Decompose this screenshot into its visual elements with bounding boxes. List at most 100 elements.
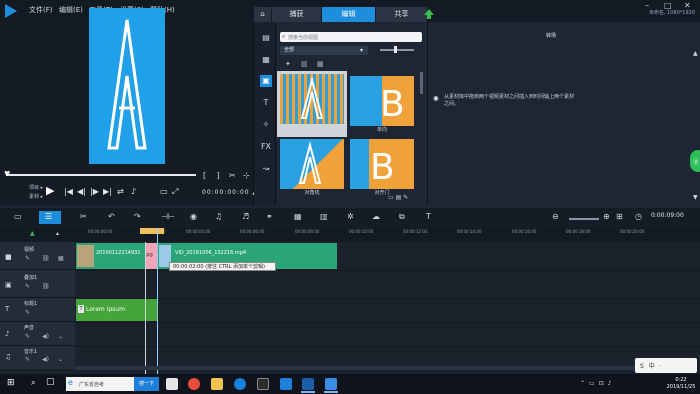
task-view-icon[interactable]: ▢: [46, 377, 55, 387]
library-scrollbar[interactable]: [420, 72, 423, 94]
taskbar-clock[interactable]: 0:22 2019/11/25: [664, 377, 698, 391]
upload-arrow-icon[interactable]: [424, 9, 434, 19]
mail-app-icon[interactable]: [280, 378, 292, 390]
graphics-icon[interactable]: ✧: [260, 119, 272, 131]
start-menu-icon[interactable]: ⊞: [7, 378, 15, 388]
tab-share[interactable]: 共享: [376, 7, 428, 22]
link-icon[interactable]: ⛓: [42, 255, 50, 262]
timeline-ruler[interactable]: ▲ ▴ 00:00:00:00 00:00:02:00 00:00:04:00 …: [0, 228, 700, 242]
link-icon[interactable]: ⛓: [42, 283, 50, 290]
instant-project-icon[interactable]: ▦: [260, 54, 272, 66]
menu-file[interactable]: 文件(F): [29, 5, 53, 15]
fullscreen-icon[interactable]: ⤢: [172, 187, 178, 197]
path-icon[interactable]: ↝: [260, 163, 272, 175]
close-icon[interactable]: ✕: [684, 1, 691, 10]
timeline-zoom-slider[interactable]: [569, 218, 599, 220]
split-clip-icon[interactable]: ✂: [229, 171, 236, 180]
taskbar-search-button[interactable]: 搜一下: [134, 377, 159, 391]
maximize-icon[interactable]: □: [664, 1, 672, 10]
project-duration[interactable]: 0:00:09:00: [651, 212, 684, 219]
text-icon[interactable]: T: [426, 212, 431, 221]
transition-thumb-oneway[interactable]: B: [350, 76, 414, 126]
edge-app-icon[interactable]: [234, 378, 246, 390]
apply-current-icon[interactable]: ▦: [317, 60, 324, 68]
ripple-icon[interactable]: ▦: [58, 255, 64, 262]
chrome-app-icon[interactable]: [188, 378, 200, 390]
transition-thumb-blinds[interactable]: [280, 74, 344, 124]
track-header-title[interactable]: [0, 298, 75, 322]
chevron-down-icon[interactable]: ⌄: [58, 333, 63, 340]
videostudio-app-icon[interactable]: [302, 378, 314, 390]
scroll-up-icon[interactable]: ▲: [693, 50, 698, 57]
transition-thumb-diagonal[interactable]: [280, 139, 344, 189]
other-app-icon[interactable]: [325, 378, 337, 390]
title-icon[interactable]: T: [260, 97, 272, 109]
filter-icon[interactable]: FX: [260, 141, 272, 153]
screen-size-icon[interactable]: ▭: [160, 187, 168, 196]
add-to-favorites-icon[interactable]: ✦: [285, 60, 291, 68]
record-icon[interactable]: ◉: [190, 212, 197, 221]
scroll-down-icon[interactable]: ▼: [693, 194, 698, 201]
chevron-down-icon[interactable]: ⌄: [58, 356, 63, 363]
next-frame-icon[interactable]: |▶: [90, 187, 99, 196]
search-icon[interactable]: ⌕: [31, 378, 35, 388]
preview-scrub-bar[interactable]: [6, 174, 196, 176]
motion-icon[interactable]: ⚭: [266, 212, 273, 221]
apply-random-icon[interactable]: ▥: [301, 60, 308, 68]
transition-icon[interactable]: ▣: [260, 75, 272, 87]
expand-icon[interactable]: ⊹: [243, 171, 250, 180]
playhead[interactable]: [157, 228, 158, 374]
system-tray-icons[interactable]: ⌃▭⊡♪: [580, 380, 616, 387]
edit-track-icon[interactable]: ✎: [25, 255, 30, 262]
repeat-icon[interactable]: ⇄: [117, 187, 124, 196]
tools-icon[interactable]: ✂: [80, 212, 87, 221]
media-icon[interactable]: ▤: [260, 32, 272, 44]
fit-project-icon[interactable]: ⊞: [616, 212, 623, 221]
zoom-in-icon[interactable]: ⊕: [603, 212, 610, 221]
tab-edit[interactable]: 编辑: [322, 7, 376, 22]
zoom-out-icon[interactable]: ⊖: [552, 212, 559, 221]
go-end-icon[interactable]: ▶|: [103, 187, 112, 196]
add-track-icon[interactable]: ▲: [30, 230, 35, 237]
overlay-icon[interactable]: ⧉: [399, 212, 405, 222]
chevron-down-icon[interactable]: ▾: [360, 47, 363, 54]
library-category-select[interactable]: 全部: [280, 46, 368, 55]
menu-edit[interactable]: 编辑(E): [59, 5, 83, 15]
timeline-horizontal-scrollbar[interactable]: [75, 366, 695, 370]
project-mode-label[interactable]: 项目 ▸: [29, 184, 43, 191]
chapter-icon[interactable]: ▦: [294, 212, 302, 221]
slider-handle[interactable]: [394, 46, 397, 53]
undo-icon[interactable]: ↶: [108, 212, 115, 221]
clock-icon[interactable]: ◷: [635, 212, 642, 221]
play-button[interactable]: ▶: [46, 184, 54, 197]
storyboard-view-icon[interactable]: ▭: [14, 212, 22, 221]
audio-icon[interactable]: ♬: [242, 212, 249, 221]
clip-mode-label[interactable]: 素材 ▸: [29, 193, 43, 200]
track-header-voice[interactable]: [0, 322, 75, 346]
redo-icon[interactable]: ↷: [134, 212, 141, 221]
minimize-icon[interactable]: –: [645, 1, 649, 10]
mark-in-out-buttons[interactable]: [ ]: [203, 171, 224, 180]
split-screen-icon[interactable]: ▥: [320, 212, 328, 221]
edit-track-icon[interactable]: ✎: [25, 283, 30, 290]
ruler-range-marker[interactable]: [140, 228, 164, 234]
mask-icon[interactable]: ✲: [347, 212, 354, 221]
scrub-handle-icon[interactable]: ♥: [4, 170, 10, 178]
edit-track-icon[interactable]: ✎: [25, 333, 30, 340]
volume-icon[interactable]: ◀): [42, 333, 49, 340]
edit-track-icon[interactable]: ✎: [25, 309, 30, 316]
cloud-icon[interactable]: ☁: [372, 212, 380, 221]
volume-icon[interactable]: ◀): [42, 356, 49, 363]
options-tab-transition[interactable]: 转场: [546, 32, 556, 39]
trim-icon[interactable]: ⊣⊢: [161, 212, 175, 221]
go-start-icon[interactable]: |◀: [64, 187, 73, 196]
volume-icon[interactable]: ♪: [131, 187, 136, 196]
home-icon[interactable]: ⌂: [254, 7, 272, 22]
store-app-icon[interactable]: [166, 378, 178, 390]
file-explorer-icon[interactable]: [211, 378, 223, 390]
tab-capture[interactable]: 捕获: [272, 7, 322, 22]
prev-frame-icon[interactable]: ◀|: [77, 187, 86, 196]
sound-mixer-icon[interactable]: ♫: [215, 212, 222, 221]
media-app-icon[interactable]: [257, 378, 269, 390]
transition-thumb-doors[interactable]: B: [350, 139, 414, 189]
